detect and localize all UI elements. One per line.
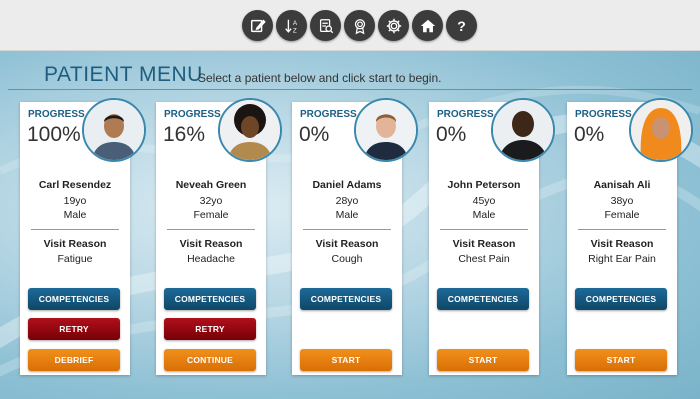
patient-sex: Female: [604, 209, 640, 221]
award-button[interactable]: [344, 10, 375, 41]
progress-label: PROGRESS: [164, 109, 221, 120]
patient-age: 19yo: [63, 195, 87, 207]
competencies-button[interactable]: COMPETENCIES: [437, 288, 529, 310]
progress-label: PROGRESS: [300, 109, 357, 120]
visit-reason-value: Cough: [331, 253, 363, 265]
visit-reason-label: Visit Reason: [43, 238, 107, 250]
patient-age: 28yo: [335, 195, 359, 207]
progress-label: PROGRESS: [28, 109, 85, 120]
card-divider: [31, 229, 119, 230]
title-divider: [8, 89, 692, 90]
visit-reason-label: Visit Reason: [452, 238, 516, 250]
report-icon: [319, 18, 333, 33]
award-icon: [354, 18, 365, 34]
competencies-button[interactable]: COMPETENCIES: [28, 288, 120, 310]
patient-name: John Peterson: [447, 179, 521, 191]
progress-value: 100%: [27, 123, 81, 146]
card-divider: [303, 229, 391, 230]
progress-value: 0%: [299, 123, 330, 146]
help-button[interactable]: ?: [446, 10, 477, 41]
patient-avatar: [218, 98, 282, 162]
patient-sex: Male: [335, 209, 359, 221]
visit-reason-label: Visit Reason: [315, 238, 379, 250]
card-divider: [167, 229, 255, 230]
patient-avatar: [629, 98, 693, 162]
svg-text:A: A: [292, 20, 297, 27]
patient-sex: Female: [193, 209, 229, 221]
progress-value: 16%: [163, 123, 206, 146]
visit-reason-label: Visit Reason: [179, 238, 243, 250]
retry-button[interactable]: RETRY: [164, 318, 256, 340]
page-subtitle: Select a patient below and click start t…: [198, 71, 442, 85]
visit-reason-value: Headache: [187, 253, 235, 265]
visit-reason-label: Visit Reason: [590, 238, 654, 250]
sort-button[interactable]: AZ: [276, 10, 307, 41]
progress-value: 0%: [574, 123, 605, 146]
home-icon: [420, 19, 435, 32]
toolbar: AZ ?: [0, 0, 700, 51]
app-window: AZ ? PATIENT MENU Select a patient below…: [0, 0, 700, 399]
edit-button[interactable]: [242, 10, 273, 41]
patient-sex: Male: [472, 209, 496, 221]
patient-avatar: [491, 98, 555, 162]
visit-reason-value: Chest Pain: [458, 253, 510, 265]
home-button[interactable]: [412, 10, 443, 41]
visit-reason-value: Right Ear Pain: [588, 253, 656, 265]
start-button[interactable]: START: [575, 349, 667, 371]
patient-photo-icon: [220, 100, 280, 160]
visit-reason-value: Fatigue: [57, 253, 93, 265]
sort-az-icon: AZ: [284, 19, 297, 34]
progress-label: PROGRESS: [575, 109, 632, 120]
gear-icon: [386, 18, 401, 33]
patient-avatar: [354, 98, 418, 162]
patient-photo-icon: [493, 100, 553, 160]
report-button[interactable]: [310, 10, 341, 41]
patient-photo-icon: [84, 100, 144, 160]
progress-value: 0%: [436, 123, 467, 146]
patient-menu-stage: PATIENT MENU Select a patient below and …: [0, 51, 700, 399]
svg-text:Z: Z: [292, 27, 296, 34]
progress-label: PROGRESS: [437, 109, 494, 120]
patient-photo-icon: [356, 100, 416, 160]
patient-card-carl-resendez: PROGRESS 100% Carl Resendez 19yo Male Vi…: [20, 98, 146, 375]
start-button[interactable]: START: [437, 349, 529, 371]
patient-name: Daniel Adams: [312, 179, 382, 191]
patient-name: Neveah Green: [175, 179, 247, 191]
patient-card-john-peterson: PROGRESS 0% John Peterson 45yo Male Visi…: [429, 98, 555, 375]
competencies-button[interactable]: COMPETENCIES: [300, 288, 392, 310]
patient-sex: Male: [63, 209, 87, 221]
card-divider: [578, 229, 666, 230]
patient-age: 38yo: [610, 195, 634, 207]
continue-button[interactable]: CONTINUE: [164, 349, 256, 371]
competencies-button[interactable]: COMPETENCIES: [575, 288, 667, 310]
page-title: PATIENT MENU: [44, 63, 203, 86]
debrief-button[interactable]: DEBRIEF: [28, 349, 120, 371]
patient-photo-icon: [631, 100, 691, 160]
help-icon: ?: [457, 17, 466, 34]
start-button[interactable]: START: [300, 349, 392, 371]
patient-card-neveah-green: PROGRESS 16% Neveah Green 32yo Female Vi…: [156, 98, 282, 375]
patient-card-aanisah-ali: PROGRESS 0% Aanisah Ali 38yo Female Visi…: [567, 98, 693, 375]
edit-icon: [250, 19, 266, 32]
competencies-button[interactable]: COMPETENCIES: [164, 288, 256, 310]
retry-button[interactable]: RETRY: [28, 318, 120, 340]
patient-age: 45yo: [472, 195, 496, 207]
settings-button[interactable]: [378, 10, 409, 41]
card-divider: [440, 229, 528, 230]
patient-name: Carl Resendez: [38, 179, 112, 191]
patient-card-daniel-adams: PROGRESS 0% Daniel Adams 28yo Male Visit…: [292, 98, 418, 375]
patient-avatar: [82, 98, 146, 162]
patient-name: Aanisah Ali: [593, 179, 651, 191]
patient-age: 32yo: [199, 195, 223, 207]
